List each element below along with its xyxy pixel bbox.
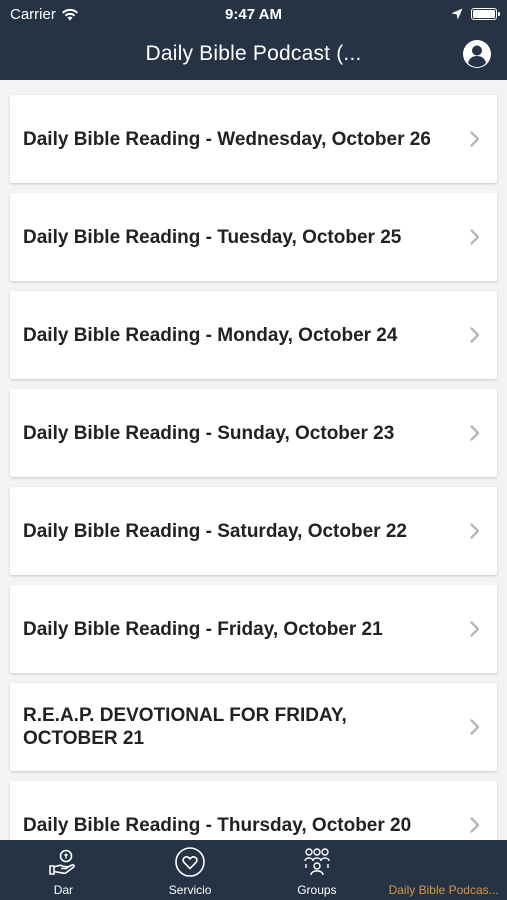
carrier-label: Carrier bbox=[10, 5, 56, 23]
page-title: Daily Bible Podcast (... bbox=[145, 42, 362, 65]
list-item-title: Daily Bible Reading - Sunday, October 23 bbox=[23, 422, 395, 444]
chevron-right-icon bbox=[470, 425, 480, 441]
list-item[interactable]: Daily Bible Reading - Sunday, October 23 bbox=[10, 389, 497, 477]
status-time: 9:47 AM bbox=[225, 5, 282, 23]
tab-label: Dar bbox=[53, 883, 74, 897]
list-item-title: Daily Bible Reading - Wednesday, October… bbox=[23, 128, 431, 150]
tab-groups[interactable]: Groups bbox=[254, 840, 381, 900]
list-item[interactable]: Daily Bible Reading - Thursday, October … bbox=[10, 781, 497, 840]
tab-dar[interactable]: Dar bbox=[0, 840, 127, 900]
navigation-bar: Daily Bible Podcast (... bbox=[0, 28, 507, 80]
list-item-title: Daily Bible Reading - Friday, October 21 bbox=[23, 618, 383, 640]
heart-circle-icon bbox=[175, 847, 205, 877]
chevron-right-icon bbox=[470, 523, 480, 539]
status-right bbox=[377, 8, 500, 20]
chevron-right-icon bbox=[470, 327, 480, 343]
tab-label: Groups bbox=[297, 883, 337, 897]
episode-list: Daily Bible Reading - Wednesday, October… bbox=[0, 80, 507, 840]
list-item[interactable]: Daily Bible Reading - Friday, October 21 bbox=[10, 585, 497, 673]
tab-daily-bible-podcast[interactable]: Daily Bible Podcas... bbox=[380, 840, 507, 900]
tab-servicio[interactable]: Servicio bbox=[127, 840, 254, 900]
battery-icon bbox=[471, 8, 500, 20]
chevron-right-icon bbox=[470, 131, 480, 147]
chevron-right-icon bbox=[470, 621, 480, 637]
list-item[interactable]: Daily Bible Reading - Tuesday, October 2… bbox=[10, 193, 497, 281]
groups-icon bbox=[304, 848, 330, 876]
status-bar: Carrier 9:47 AM bbox=[0, 0, 507, 28]
wifi-icon bbox=[61, 8, 78, 20]
tab-bar: Dar Servicio Groups Daily Bible Podcas..… bbox=[0, 840, 507, 900]
giving-hand-icon bbox=[49, 849, 76, 875]
list-item[interactable]: Daily Bible Reading - Monday, October 24 bbox=[10, 291, 497, 379]
chevron-right-icon bbox=[470, 229, 480, 245]
profile-icon bbox=[463, 40, 491, 68]
tab-label: Servicio bbox=[168, 883, 212, 897]
list-item-title: Daily Bible Reading - Saturday, October … bbox=[23, 520, 407, 542]
profile-button[interactable] bbox=[462, 39, 492, 69]
list-item-title: Daily Bible Reading - Thursday, October … bbox=[23, 814, 412, 836]
list-item-title: Daily Bible Reading - Tuesday, October 2… bbox=[23, 226, 402, 248]
status-left: Carrier bbox=[10, 6, 130, 23]
chevron-right-icon bbox=[470, 719, 480, 735]
chevron-right-icon bbox=[470, 817, 480, 833]
list-item[interactable]: R.E.A.P. DEVOTIONAL FOR FRIDAY, OCTOBER … bbox=[10, 683, 497, 771]
location-arrow-icon bbox=[451, 8, 463, 20]
list-item[interactable]: Daily Bible Reading - Saturday, October … bbox=[10, 487, 497, 575]
list-item-title: Daily Bible Reading - Monday, October 24 bbox=[23, 324, 398, 346]
list-item[interactable]: Daily Bible Reading - Wednesday, October… bbox=[10, 95, 497, 183]
tab-label: Daily Bible Podcas... bbox=[388, 883, 499, 897]
list-item-title: R.E.A.P. DEVOTIONAL FOR FRIDAY, OCTOBER … bbox=[23, 705, 347, 749]
